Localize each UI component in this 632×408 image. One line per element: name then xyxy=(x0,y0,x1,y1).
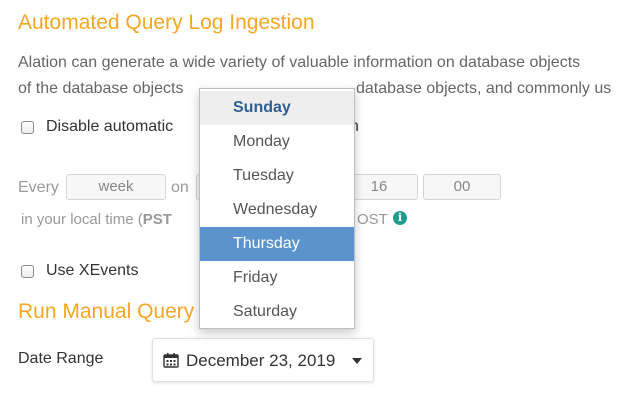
date-range-label: Date Range xyxy=(18,350,104,367)
on-label: on xyxy=(171,179,189,196)
use-xevents-checkbox[interactable] xyxy=(21,265,34,278)
timezone-suffix: OST xyxy=(357,211,388,228)
day-option-friday[interactable]: Friday xyxy=(200,261,354,295)
day-option-tuesday[interactable]: Tuesday xyxy=(200,159,354,193)
caret-down-icon xyxy=(352,358,362,364)
timezone-bold: PST xyxy=(142,211,172,228)
period-select[interactable]: week xyxy=(66,174,166,200)
day-dropdown-menu: Sunday Monday Tuesday Wednesday Thursday… xyxy=(199,88,355,329)
timezone-note: in your local time (PST xyxy=(21,211,172,228)
day-option-thursday[interactable]: Thursday xyxy=(200,227,354,261)
section-title-manual: Run Manual Query xyxy=(18,300,195,323)
section-title-automated: Automated Query Log Ingestion xyxy=(18,11,315,34)
date-range-button[interactable]: December 23, 2019 xyxy=(152,338,374,382)
date-range-value: December 23, 2019 xyxy=(186,351,336,370)
minute-input[interactable]: 00 xyxy=(423,174,501,200)
every-label: Every xyxy=(18,179,59,196)
info-icon[interactable]: i xyxy=(393,211,407,225)
disable-automatic-label: Disable automatic xyxy=(46,118,174,135)
day-option-wednesday[interactable]: Wednesday xyxy=(200,193,354,227)
timezone-prefix: in your local time ( xyxy=(21,211,143,228)
day-option-saturday[interactable]: Saturday xyxy=(200,295,354,329)
description-line-2a: of the database objects xyxy=(18,80,184,97)
description-line-1: Alation can generate a wide variety of v… xyxy=(18,54,581,71)
use-xevents-label: Use XEvents xyxy=(46,262,139,279)
disable-automatic-checkbox[interactable] xyxy=(21,121,34,134)
calendar-icon xyxy=(163,353,179,368)
description-line-2b: database objects, and commonly us xyxy=(356,80,612,97)
day-option-monday[interactable]: Monday xyxy=(200,125,354,159)
day-option-sunday[interactable]: Sunday xyxy=(200,91,354,125)
